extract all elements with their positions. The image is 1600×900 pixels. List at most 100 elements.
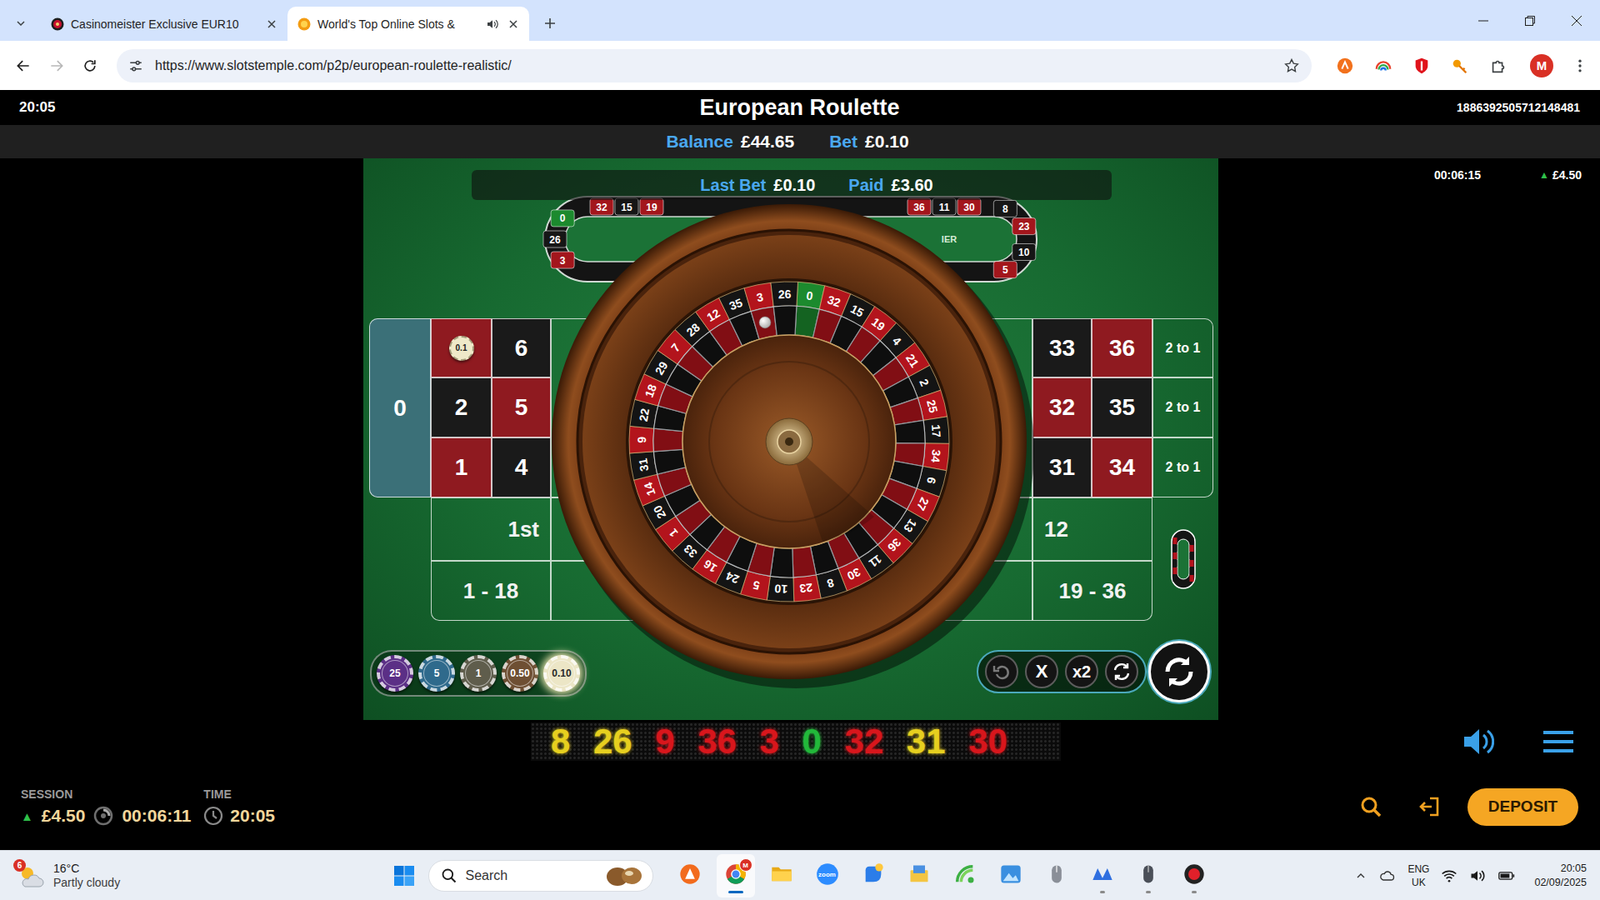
- wheel-number: 10: [774, 581, 789, 596]
- number-cell[interactable]: 36: [1091, 318, 1153, 378]
- menu-button[interactable]: [1541, 725, 1575, 759]
- tab-search-button[interactable]: [8, 10, 34, 36]
- clear-button[interactable]: X: [1025, 655, 1059, 689]
- badge-count: 6: [17, 860, 23, 870]
- number-cell[interactable]: 31: [1032, 437, 1092, 498]
- dozen-cell[interactable]: 1st: [430, 497, 551, 561]
- column-bet-cell[interactable]: 2 to 1: [1152, 318, 1214, 378]
- chrome-menu-button[interactable]: [1566, 50, 1594, 81]
- paid-value: £3.60: [891, 175, 934, 195]
- number-cell[interactable]: 35: [1091, 377, 1153, 438]
- back-button[interactable]: [8, 50, 39, 81]
- clock[interactable]: 20:0502/09/2025: [1534, 862, 1587, 889]
- reload-button[interactable]: [75, 50, 105, 81]
- extension-button[interactable]: [1445, 50, 1475, 81]
- chevron-up-icon: [1354, 869, 1368, 883]
- browser-tab[interactable]: Casinomeister Exclusive EUR10: [40, 6, 288, 41]
- deposit-button[interactable]: DEPOSIT: [1467, 788, 1579, 826]
- spin-button[interactable]: [1148, 640, 1210, 703]
- game-search-button[interactable]: [1355, 791, 1386, 822]
- session-row: ▲£4.5000:06:11: [20, 805, 191, 826]
- ext-key-icon: [1450, 56, 1470, 75]
- extension-button[interactable]: [1368, 50, 1399, 81]
- running-indicator: [1100, 890, 1105, 894]
- taskbar-app[interactable]: [900, 854, 939, 898]
- low-bet-cell[interactable]: 1 - 18: [430, 560, 551, 621]
- taskbar-app[interactable]: M: [716, 854, 755, 898]
- address-bar[interactable]: https://www.slotstemple.com/p2p/european…: [116, 49, 1312, 83]
- taskbar-app[interactable]: [1083, 854, 1122, 898]
- new-tab-button[interactable]: [535, 9, 565, 38]
- number-cell[interactable]: 0.1: [430, 318, 492, 378]
- recent-number: 26: [593, 722, 633, 761]
- window-controls: [1460, 0, 1600, 41]
- plus-part: [545, 18, 555, 29]
- chip[interactable]: 25: [376, 655, 414, 692]
- app-icon-box: M: [724, 862, 748, 886]
- taskbar-app[interactable]: zoom: [808, 854, 847, 898]
- racetrack-toggle[interactable]: [1152, 497, 1214, 621]
- rebet-button[interactable]: [1105, 655, 1139, 689]
- taskbar-app[interactable]: [1037, 854, 1076, 898]
- column-bet-cell[interactable]: 2 to 1: [1152, 437, 1214, 498]
- chevron-down-icon: [14, 16, 28, 30]
- history-tools: [1060, 725, 1600, 759]
- extension-button[interactable]: [1483, 50, 1514, 81]
- number-cell[interactable]: 6: [491, 318, 551, 378]
- number-cell[interactable]: 1: [430, 437, 492, 498]
- taskbar-app[interactable]: [762, 854, 801, 898]
- search-highlight-part: [621, 867, 642, 885]
- sound-button[interactable]: [1461, 725, 1495, 759]
- taskbar-app[interactable]: [1175, 854, 1214, 898]
- hub-center: [785, 437, 794, 446]
- restore-icon: [1523, 14, 1537, 28]
- number-cell[interactable]: 2: [430, 377, 492, 438]
- weather-widget[interactable]: 616°CPartly cloudy: [0, 861, 388, 890]
- extension-button[interactable]: [1406, 50, 1437, 81]
- zero-cell[interactable]: 0: [369, 318, 431, 498]
- taskbar-search[interactable]: Search: [428, 860, 654, 892]
- minimize-button[interactable]: [1460, 0, 1507, 41]
- bet-label: Bet: [829, 131, 858, 152]
- reload-part: [85, 60, 95, 71]
- taskbar-app[interactable]: [1129, 854, 1168, 898]
- number-cell[interactable]: 5: [491, 377, 551, 438]
- cell-number: 1: [455, 454, 469, 481]
- number-cell[interactable]: 34: [1091, 437, 1153, 498]
- number-cell[interactable]: 4: [491, 437, 551, 498]
- number-cell[interactable]: 33: [1032, 318, 1092, 378]
- close-window-button[interactable]: [1553, 0, 1600, 41]
- chip[interactable]: 0.50: [501, 655, 539, 692]
- racetrack-number: 0: [560, 212, 566, 225]
- extension-button[interactable]: [1330, 50, 1360, 81]
- game-header: 20:05European Roulette188639250571214848…: [0, 90, 1600, 125]
- chip[interactable]: 1: [460, 655, 497, 692]
- browser-tab[interactable]: World's Top Online Slots &: [287, 6, 530, 41]
- taskbar-app[interactable]: [854, 854, 893, 898]
- time-row: 20:05: [203, 805, 275, 826]
- chip[interactable]: 0.10: [543, 655, 580, 692]
- high-bet-cell[interactable]: 19 - 36: [1032, 560, 1153, 621]
- tab-close-button[interactable]: [505, 16, 521, 32]
- trend-up-icon: ▲: [1539, 169, 1550, 181]
- undo-button[interactable]: [985, 655, 1019, 689]
- pocket-shade: [668, 320, 911, 564]
- chip[interactable]: 5: [418, 655, 455, 692]
- forward-button[interactable]: [41, 50, 72, 81]
- ext-key-part: [1459, 65, 1466, 73]
- start-button[interactable]: [387, 857, 421, 895]
- exit-button[interactable]: [1414, 791, 1445, 822]
- double-button[interactable]: x2: [1065, 655, 1099, 689]
- onedrive-cloud-part: [1380, 870, 1395, 880]
- column-bet-cell[interactable]: 2 to 1: [1152, 377, 1214, 438]
- dozen-cell[interactable]: 12: [1032, 497, 1153, 561]
- number-cell[interactable]: 32: [1032, 377, 1092, 438]
- taskbar-app[interactable]: [670, 854, 710, 898]
- taskbar-app[interactable]: [945, 854, 985, 898]
- profile-avatar[interactable]: M: [1530, 54, 1554, 78]
- restore-button[interactable]: [1506, 0, 1554, 41]
- taskbar-app[interactable]: [991, 854, 1030, 898]
- chip-face: 1: [465, 660, 492, 687]
- tab-close-button[interactable]: [264, 16, 280, 32]
- language-indicator[interactable]: ENGUK: [1407, 863, 1430, 889]
